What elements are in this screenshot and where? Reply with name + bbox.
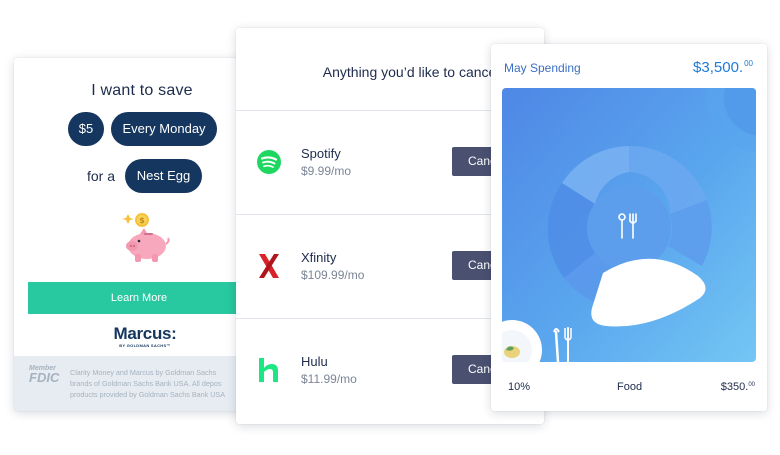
fdic-logo: Member FDIC	[29, 365, 65, 384]
brand-subtitle: BY GOLDMAN SACHS™	[119, 343, 171, 348]
disclaimer-line: brands of Goldman Sachs Bank USA. All de…	[70, 379, 222, 388]
category-percent: 10%	[508, 381, 531, 393]
amount-pill[interactable]: $5	[68, 112, 104, 146]
category-name: Food	[617, 381, 643, 393]
category-amount-value: $350.	[720, 381, 749, 393]
piggy-bank-icon: $	[122, 213, 170, 262]
xfinity-icon	[259, 254, 279, 278]
save-card: I want to save $5 Every Monday for a Nes…	[14, 58, 250, 411]
fdic-label: FDIC	[29, 370, 60, 385]
marcus-logo: Marcus: BY GOLDMAN SACHS™	[110, 324, 180, 348]
subscription-price: $109.99/mo	[301, 268, 365, 282]
subscription-price: $11.99/mo	[301, 372, 357, 386]
spending-card: May Spending $3,500.00 10% Food $350.00	[491, 44, 767, 411]
spending-total: $3,500.00	[693, 59, 753, 76]
subscription-name: Spotify	[301, 146, 341, 161]
for-a-label: for a	[87, 168, 116, 184]
spending-total-amount: $3,500.	[693, 59, 744, 76]
disclaimer-text: Clarity Money and Marcus by Goldman Sach…	[70, 367, 250, 400]
spending-title: May Spending	[504, 61, 581, 75]
disclaimer-line: Clarity Money and Marcus by Goldman Sach…	[70, 368, 217, 377]
category-amount: $350.00	[721, 381, 755, 393]
brand-name: Marcus:	[113, 324, 177, 343]
learn-more-button[interactable]: Learn More	[28, 282, 250, 314]
frequency-pill[interactable]: Every Monday	[111, 112, 217, 146]
disclaimer-line: products provided by Goldman Sachs Bank …	[70, 390, 226, 399]
disclaimer-area: Member FDIC Clarity Money and Marcus by …	[14, 356, 250, 411]
category-amount-cents: 00	[748, 382, 755, 388]
svg-text:$: $	[139, 216, 145, 225]
hulu-icon	[259, 358, 278, 382]
spending-total-cents: 00	[744, 59, 753, 68]
spotify-icon	[257, 150, 281, 174]
subscription-price: $9.99/mo	[301, 164, 352, 178]
goal-pill[interactable]: Nest Egg	[125, 159, 202, 193]
subscription-name: Xfinity	[301, 250, 337, 265]
save-title: I want to save	[91, 82, 193, 99]
subscription-name: Hulu	[301, 354, 328, 369]
spending-donut-chart[interactable]	[502, 88, 756, 362]
